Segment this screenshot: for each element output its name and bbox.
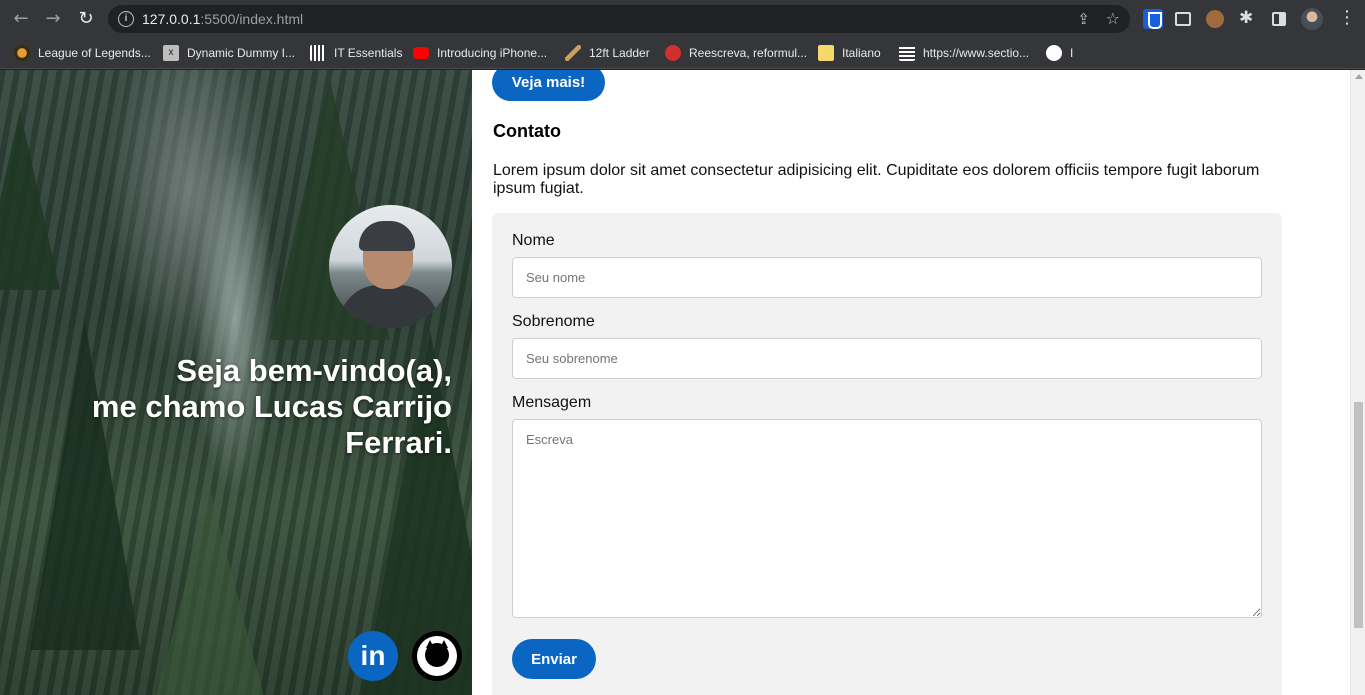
bookmark-label: 12ft Ladder [589,46,650,60]
tab-search-icon[interactable] [1175,12,1191,26]
bookmarks-bar: League of Legends... x Dynamic Dummy I...… [0,38,1365,69]
x-favicon-icon: x [163,45,179,61]
back-icon[interactable]: ← [10,8,32,30]
reload-icon[interactable]: ↻ [75,8,97,30]
side-panel-icon[interactable] [1272,12,1286,26]
bookmark-item[interactable]: Italiano [818,44,881,62]
url-path: :5500/index.html [200,11,304,27]
folder-icon [818,45,834,61]
page-scrollbar[interactable] [1350,70,1365,695]
site-info-icon[interactable]: i [118,11,134,27]
browser-menu-icon[interactable]: ⋮ [1338,7,1358,28]
bookmark-item[interactable]: League of Legends... [14,44,151,62]
contact-title: Contato [493,121,561,141]
submit-button[interactable]: Enviar [512,639,596,679]
message-label: Mensagem [512,394,592,411]
address-bar[interactable]: i 127.0.0.1:5500/index.html ⇪ ☆ [108,5,1130,33]
first-name-label: Nome [512,232,555,249]
forward-icon[interactable]: → [42,8,64,30]
scroll-thumb[interactable] [1354,402,1363,628]
background-tree [150,490,270,695]
bookmark-item[interactable]: IT Essentials [310,44,402,62]
bookmark-star-icon[interactable]: ☆ [1106,9,1120,28]
bookmark-label: League of Legends... [38,46,151,60]
bookmark-item[interactable]: Reescreva, reformul... [665,44,807,62]
contact-form: Nome Sobrenome Mensagem Enviar [492,213,1282,695]
hero-panel: Seja bem-vindo(a), me chamo Lucas Carrij… [0,70,472,695]
ladder-icon [565,45,581,61]
last-name-label: Sobrenome [512,313,595,330]
league-icon [14,45,30,61]
url-host: 127.0.0.1 [142,11,201,27]
linkedin-icon[interactable]: in [348,631,398,681]
bookmark-label: Dynamic Dummy I... [187,46,296,60]
bookmark-item[interactable]: x Dynamic Dummy I... [163,44,295,62]
welcome-line-1: Seja bem-vindo(a), [176,353,452,388]
bookmark-item[interactable]: https://www.sectio... [899,44,1029,62]
cisco-icon [310,45,326,61]
linkedin-logo-text: in [360,640,386,671]
reverso-icon [665,45,681,61]
address-url: 127.0.0.1:5500/index.html [142,11,303,27]
bookmark-label: Introducing iPhone... [437,46,548,60]
see-more-button[interactable]: Veja mais! [492,70,605,101]
github-icon[interactable] [412,631,462,681]
bookmark-item[interactable]: Introducing iPhone... [413,44,547,62]
scroll-up-arrow-icon[interactable] [1355,74,1363,79]
welcome-line-3: Ferrari. [345,425,452,460]
bitwarden-extension-icon[interactable] [1143,9,1163,29]
bookmark-item[interactable]: 12ft Ladder [565,44,650,62]
bookmark-label: I [1070,46,1074,60]
welcome-heading: Seja bem-vindo(a), me chamo Lucas Carrij… [32,353,452,461]
last-name-field[interactable] [512,338,1262,379]
welcome-line-2: me chamo Lucas Carrijo [91,389,452,424]
browser-toolbar: ← → ↻ i 127.0.0.1:5500/index.html ⇪ ☆ ✱ … [0,0,1365,38]
first-name-field[interactable] [512,257,1262,298]
background-tree [0,110,60,290]
web-page: Seja bem-vindo(a), me chamo Lucas Carrij… [0,70,1365,695]
github-favicon-icon [1046,45,1062,61]
bookmark-label: Italiano [842,46,881,60]
contact-description: Lorem ipsum dolor sit amet consectetur a… [493,162,1260,197]
section-favicon-icon [899,45,915,61]
main-content: Veja mais! Contato Lorem ipsum dolor sit… [472,70,1350,695]
bookmark-label: IT Essentials [334,46,403,60]
bookmark-label: Reescreva, reformul... [689,46,808,60]
extensions-puzzle-icon[interactable]: ✱ [1239,8,1259,28]
profile-photo [329,205,452,328]
youtube-icon [413,47,429,59]
message-field[interactable] [512,419,1262,618]
bookmark-label: https://www.sectio... [923,46,1030,60]
share-icon[interactable]: ⇪ [1077,10,1090,28]
bookmark-item[interactable]: I [1046,44,1073,62]
owl-extension-icon[interactable] [1206,10,1224,28]
profile-avatar[interactable] [1301,8,1323,30]
